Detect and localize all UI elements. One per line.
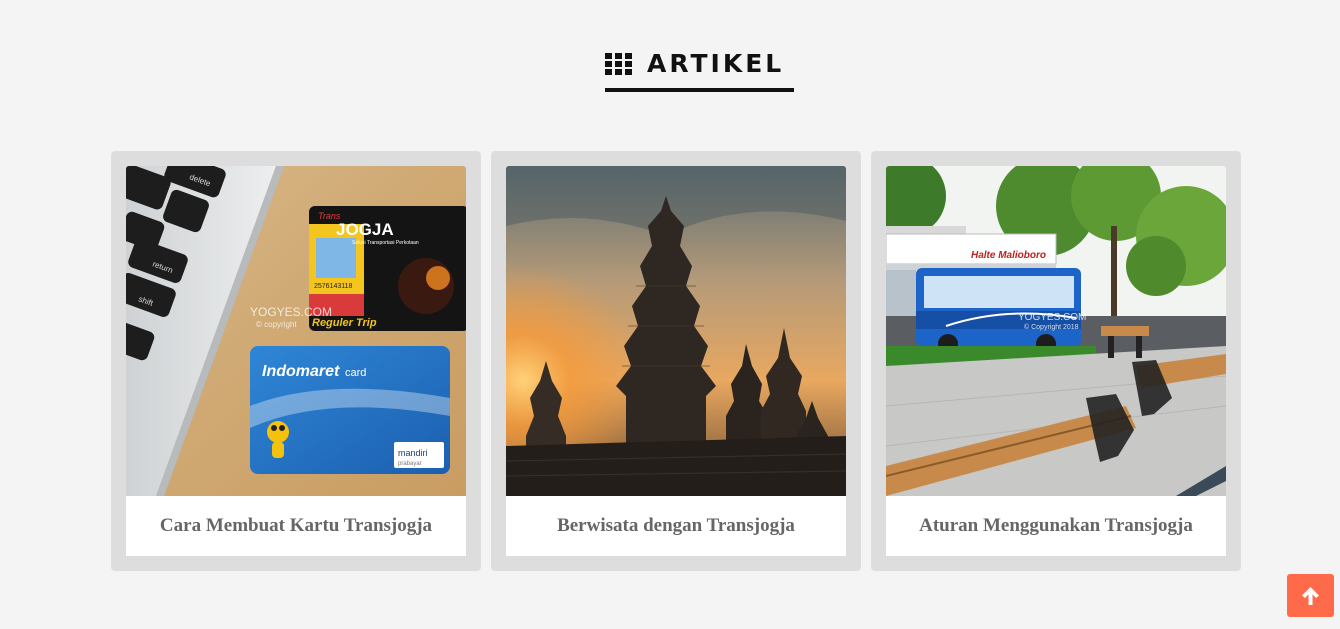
section-title: ARTIKEL	[647, 49, 785, 78]
article-title[interactable]: Aturan Menggunakan Transjogja	[919, 515, 1193, 537]
article-image-temple[interactable]	[506, 166, 846, 496]
scroll-to-top-button[interactable]	[1287, 574, 1334, 617]
temple-at-sunset-photo	[506, 166, 846, 496]
article-card[interactable]: Halte Malioboro YOGYES.COM © Copyright 2…	[871, 151, 1241, 571]
svg-text:Halte Malioboro: Halte Malioboro	[971, 250, 1046, 261]
laptop-and-cards-photo: delete enter return shift Trans JOGJA So…	[126, 166, 466, 496]
svg-text:prabayar: prabayar	[398, 461, 422, 467]
svg-text:mandiri: mandiri	[398, 448, 428, 458]
article-caption: Cara Membuat Kartu Transjogja	[126, 496, 466, 556]
svg-text:YOGYES.COM: YOGYES.COM	[1018, 312, 1086, 323]
svg-text:2576143118: 2576143118	[314, 283, 353, 290]
bus-stop-photo: Halte Malioboro YOGYES.COM © Copyright 2…	[886, 166, 1226, 496]
svg-text:Solusi Transportasi Perkotaan: Solusi Transportasi Perkotaan	[352, 240, 419, 246]
article-caption: Berwisata dengan Transjogja	[506, 496, 846, 556]
article-title[interactable]: Berwisata dengan Transjogja	[557, 515, 795, 537]
article-card[interactable]: Berwisata dengan Transjogja	[491, 151, 861, 571]
arrow-up-icon	[1302, 587, 1319, 605]
grid-icon	[605, 53, 632, 75]
svg-text:card: card	[345, 367, 366, 379]
svg-text:© copyright: © copyright	[256, 320, 297, 329]
article-title[interactable]: Cara Membuat Kartu Transjogja	[160, 515, 432, 537]
section-heading: ARTIKEL	[605, 48, 794, 92]
svg-text:JOGJA: JOGJA	[336, 220, 394, 239]
article-image-bus-stop[interactable]: Halte Malioboro YOGYES.COM © Copyright 2…	[886, 166, 1226, 496]
svg-text:Indomaret: Indomaret	[262, 363, 340, 380]
svg-text:© Copyright 2018: © Copyright 2018	[1024, 323, 1079, 331]
article-image-transport-cards[interactable]: delete enter return shift Trans JOGJA So…	[126, 166, 466, 496]
svg-text:YOGYES.COM: YOGYES.COM	[250, 305, 332, 319]
article-card[interactable]: delete enter return shift Trans JOGJA So…	[111, 151, 481, 571]
article-caption: Aturan Menggunakan Transjogja	[886, 496, 1226, 556]
